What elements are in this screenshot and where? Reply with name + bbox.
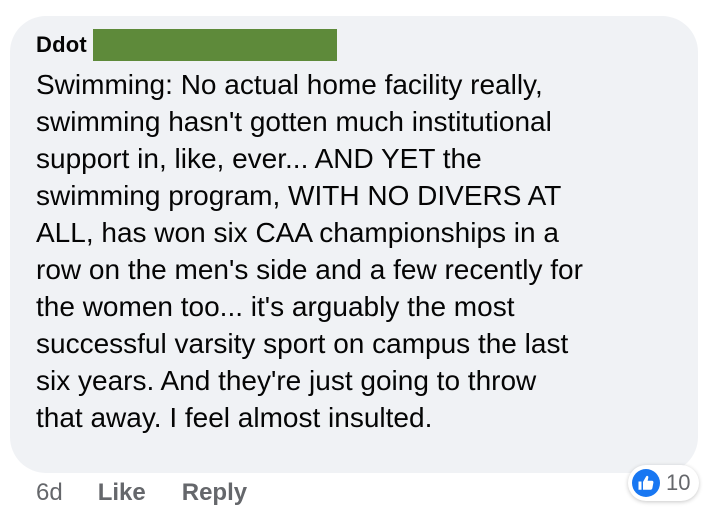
comment-text: Swimming: No actual home facility really… bbox=[36, 66, 686, 436]
comment-line: swimming program, WITH NO DIVERS AT bbox=[36, 180, 562, 211]
like-button[interactable]: Like bbox=[98, 479, 146, 507]
comment-line: six years. And they're just going to thr… bbox=[36, 365, 537, 396]
reaction-count: 10 bbox=[666, 470, 691, 495]
comment-line: the women too... it's arguably the most bbox=[36, 291, 515, 322]
thumbs-up-icon bbox=[632, 469, 660, 497]
comment-line: Swimming: No actual home facility really… bbox=[36, 69, 543, 100]
author-name[interactable]: Ddot bbox=[36, 32, 87, 58]
comment-line: ALL, has won six CAA championships in a bbox=[36, 217, 559, 248]
redaction-block bbox=[92, 29, 337, 61]
comment-line: row on the men's side and a few recently… bbox=[36, 254, 583, 285]
comment-actions: 6d Like Reply bbox=[36, 478, 247, 508]
comment-line: support in, like, ever... AND YET the bbox=[36, 143, 482, 174]
comment-line: successful varsity sport on campus the l… bbox=[36, 328, 569, 359]
comment-line: that away. I feel almost insulted. bbox=[36, 402, 433, 433]
reaction-badge[interactable]: 10 bbox=[628, 465, 700, 501]
comment-line: swimming hasn't gotten much institutiona… bbox=[36, 106, 552, 137]
comment-timestamp[interactable]: 6d bbox=[36, 479, 63, 507]
comment-header: Ddot bbox=[36, 29, 337, 61]
reply-button[interactable]: Reply bbox=[182, 479, 247, 507]
